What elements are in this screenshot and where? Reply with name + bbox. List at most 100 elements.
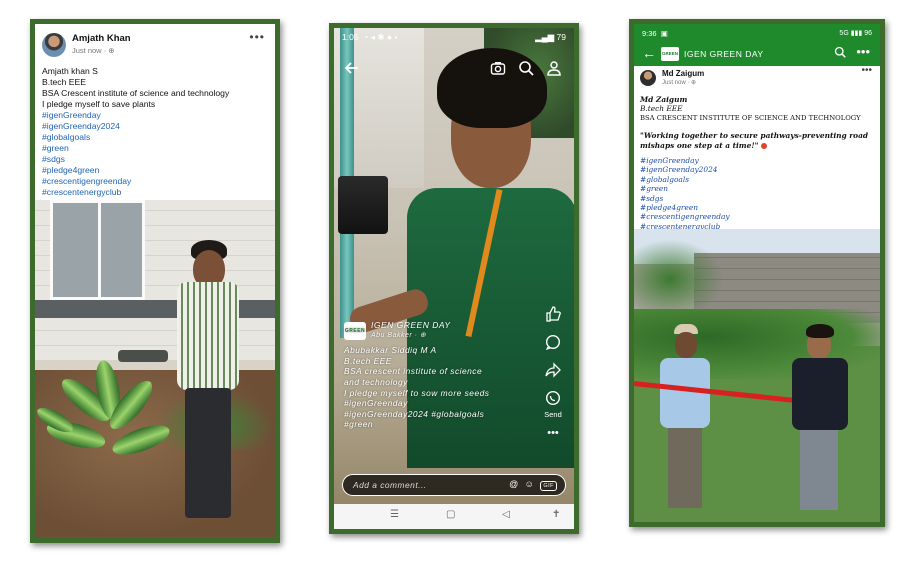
back-icon[interactable]: ◁ (502, 509, 510, 520)
post-body: Md Zaigum Just now · ⊕ ••• Md Zaigum B.t… (634, 65, 880, 234)
hair (806, 324, 834, 338)
more-options-icon[interactable]: ••• (538, 427, 568, 439)
reel-caption: GREEN IGEN GREEN DAY Abu Bakker · ⊕ Abub… (344, 320, 524, 430)
comment-tools: @ ☺ GIF (509, 479, 557, 491)
post-header: Amjath Khan Just now · ⊕ ••• (35, 24, 275, 64)
reel-screenshot: 1:05 ◔ ◂ ✱ ● • ▂▄▆ 79 Send ••• GREEN IGE… (329, 23, 579, 534)
author-avatar[interactable] (42, 33, 66, 57)
globe-icon: ⊕ (691, 80, 697, 86)
hashtag-link[interactable]: #crescentigengreenday (42, 176, 268, 187)
hashtag-link[interactable]: #green (640, 184, 874, 193)
trousers (668, 428, 702, 508)
caption-line: #igenGreenday (344, 398, 408, 409)
post-time: Just now · ⊕ (72, 46, 115, 55)
hashtag-link[interactable]: #pledge4green (42, 165, 268, 176)
camera-icon[interactable] (490, 60, 506, 76)
group-logo: GREEN (344, 321, 366, 340)
battery-level: 79 (556, 32, 566, 42)
notification-icon: ▣ (658, 29, 668, 38)
post-line: BSA CRESCENT INSTITUTE OF SCIENCE AND TE… (640, 113, 861, 122)
poster-name: Abu Bakker · ⊕ (371, 331, 427, 339)
author-avatar[interactable] (640, 70, 656, 86)
home-indicator (634, 522, 880, 526)
group-post-screenshot: 9:36 ▣ 5G ▮▮▮ 96 ← GREEN IGEN GREEN DAY … (629, 19, 885, 527)
hashtag-link[interactable]: #igenGreenday (42, 110, 268, 121)
post-line: I pledge myself to save plants (42, 99, 156, 109)
hashtag-link[interactable]: #igenGreenday2024 (42, 121, 268, 132)
caption-line: #green (344, 419, 374, 430)
notification-icons: ◔ ◂ ✱ ● • (360, 32, 398, 42)
clock: 9:36 (642, 29, 657, 38)
reel-author[interactable]: GREEN IGEN GREEN DAY Abu Bakker · ⊕ (344, 320, 524, 341)
globe-icon: ⊕ (419, 331, 427, 339)
hashtag-link[interactable]: #green (42, 143, 268, 154)
comment-placeholder: Add a comment... (353, 480, 427, 490)
mention-icon[interactable]: @ (509, 479, 519, 489)
post-options-icon[interactable]: ••• (861, 65, 872, 75)
gif-button[interactable]: GIF (540, 481, 557, 491)
hashtag-link[interactable]: #sdgs (42, 154, 268, 165)
home-icon[interactable]: ▢ (446, 509, 455, 520)
author-name[interactable]: Md Zaigum (662, 69, 704, 78)
red-circle-emoji (761, 142, 768, 149)
search-icon[interactable] (834, 46, 846, 58)
group-logo: GREEN (661, 47, 679, 61)
hashtag-link[interactable]: #crescentigengreenday (640, 212, 874, 221)
signal-battery: 5G ▮▮▮ 96 (839, 30, 872, 37)
caption-line: Abubakkar Siddiq M A (344, 345, 437, 356)
search-icon[interactable] (518, 60, 534, 76)
hashtag-link[interactable]: #globalgoals (640, 175, 874, 184)
hashtag-link[interactable]: #pledge4green (640, 203, 874, 212)
back-arrow-icon[interactable] (344, 60, 360, 76)
post-line: BSA Crescent institute of science and te… (42, 88, 230, 98)
post-time-text: Just now (662, 80, 686, 86)
send-label[interactable]: Send (538, 410, 568, 419)
clock: 1:05 (342, 32, 359, 42)
tree (634, 239, 724, 319)
accessibility-icon[interactable]: ✝ (552, 509, 560, 520)
battery-indicator: ▂▄▆ 79 (535, 32, 566, 42)
group-title[interactable]: IGEN GREEN DAY (684, 49, 764, 59)
dark-shirt (792, 358, 848, 430)
back-arrow-icon[interactable]: ← (642, 45, 656, 61)
caption-line: BSA crescent institute of science (344, 366, 483, 377)
whatsapp-icon[interactable] (545, 390, 561, 406)
comment-icon[interactable] (545, 334, 561, 350)
post-quote: "Working together to secure pathways-pre… (640, 131, 874, 150)
student-figure (784, 324, 854, 514)
like-icon[interactable] (545, 306, 561, 322)
more-options-icon[interactable]: ••• (249, 30, 265, 44)
comment-input[interactable]: Add a comment... @ ☺ GIF (342, 474, 566, 496)
profile-icon[interactable] (546, 60, 562, 76)
post-photo[interactable] (35, 200, 275, 538)
meter-box (338, 176, 388, 234)
more-options-icon[interactable]: ••• (856, 44, 870, 59)
author-name[interactable]: Amjath Khan (72, 33, 131, 44)
emoji-icon[interactable]: ☺ (525, 479, 535, 489)
facebook-post-screenshot: Amjath Khan Just now · ⊕ ••• Amjath khan… (30, 19, 280, 543)
reel-actions: Send ••• (538, 306, 568, 439)
post-photo[interactable] (634, 229, 880, 522)
checked-shirt (177, 282, 239, 390)
trousers (185, 388, 231, 518)
hashtag-link[interactable]: #igenGreenday (640, 156, 874, 165)
reel-toolbar (334, 58, 574, 82)
status-bar: 1:05 ◔ ◂ ✱ ● • ▂▄▆ 79 (334, 28, 574, 46)
caption-line: I pledge myself to sow more seeds (344, 387, 490, 398)
menu-icon[interactable]: ☰ (390, 509, 399, 520)
hashtag-link[interactable]: #crescentenergyclub (42, 187, 268, 198)
caption-line: B.tech EEE (344, 355, 392, 366)
post-line: B.tech EEE (42, 77, 86, 87)
share-icon[interactable] (545, 362, 561, 378)
window (50, 200, 145, 300)
elder-figure (654, 324, 714, 514)
hashtag-link[interactable]: #globalgoals (42, 132, 268, 143)
poster-name-text: Abu Bakker (371, 331, 413, 339)
hashtag-link[interactable]: #sdgs (640, 194, 874, 203)
globe-icon: ⊕ (108, 46, 115, 55)
hashtag-link[interactable]: #igenGreenday2024 (640, 165, 874, 174)
post-line: Md Zaigum (640, 95, 688, 104)
student-figure (118, 240, 253, 530)
caption-line: and technology (344, 376, 408, 387)
trousers (800, 430, 838, 510)
